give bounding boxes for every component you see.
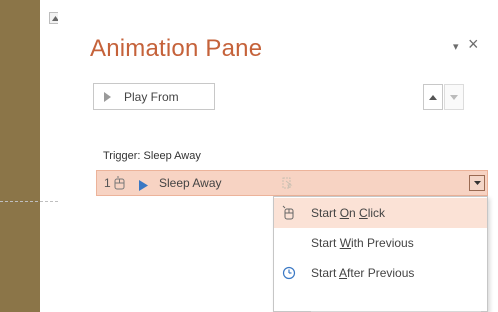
animation-order: 1 bbox=[104, 176, 111, 190]
slide-edge bbox=[40, 0, 58, 312]
play-from-button[interactable]: Play From bbox=[93, 83, 215, 110]
menu-item-label: Start With Previous bbox=[311, 236, 414, 250]
effect-icon bbox=[280, 175, 294, 196]
triangle-down-icon bbox=[450, 94, 458, 100]
menu-item-start-with-previous[interactable]: Start With Previous bbox=[274, 228, 487, 258]
triangle-up-icon bbox=[429, 94, 437, 100]
mouse-click-icon bbox=[112, 175, 128, 196]
animation-pane: Animation Pane ▾ × Play From Trigger: Sl… bbox=[58, 0, 498, 312]
triangle-down-icon bbox=[473, 181, 481, 185]
play-icon bbox=[139, 178, 148, 196]
timing-dropdown-menu: Start On Click Start With Previous Start… bbox=[273, 196, 488, 312]
animation-name: Sleep Away bbox=[159, 176, 222, 190]
close-icon[interactable]: × bbox=[468, 34, 479, 55]
pane-title: Animation Pane bbox=[90, 35, 263, 62]
mouse-click-icon bbox=[281, 205, 297, 226]
menu-item-start-on-click[interactable]: Start On Click bbox=[274, 198, 487, 228]
play-icon bbox=[104, 91, 114, 103]
clock-icon bbox=[281, 265, 297, 286]
move-down-button[interactable] bbox=[444, 84, 464, 110]
animation-list-item[interactable]: 1 Sleep Away bbox=[96, 170, 488, 196]
screen: Animation Pane ▾ × Play From Trigger: Sl… bbox=[0, 0, 498, 312]
move-up-button[interactable] bbox=[423, 84, 443, 110]
play-from-label: Play From bbox=[124, 89, 179, 104]
menu-item-label: Start On Click bbox=[311, 206, 386, 220]
pane-options-icon[interactable]: ▾ bbox=[453, 40, 459, 53]
animation-options-dropdown[interactable] bbox=[469, 175, 485, 191]
slide-guide-line bbox=[0, 201, 58, 202]
trigger-heading: Trigger: Sleep Away bbox=[103, 150, 201, 162]
menu-item-start-after-previous[interactable]: Start After Previous bbox=[274, 258, 487, 288]
menu-item-label: Start After Previous bbox=[311, 266, 415, 280]
